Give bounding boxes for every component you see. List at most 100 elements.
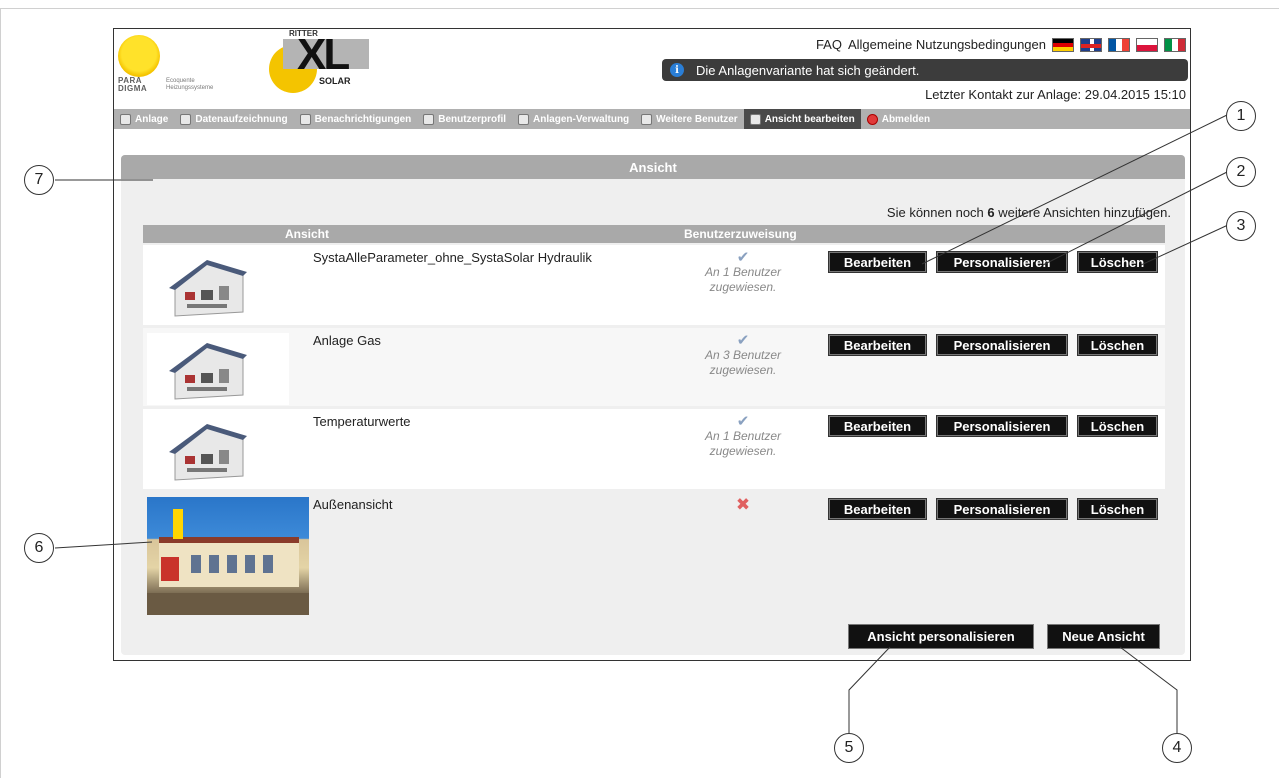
nav-label: Anlagen-Verwaltung — [533, 113, 630, 125]
logout-icon — [866, 113, 878, 125]
nav-item-benachrichtigungen[interactable]: Benachrichtigungen — [294, 109, 418, 129]
house-thumbnail — [147, 250, 289, 322]
nav-item-abmelden[interactable]: Abmelden — [861, 109, 936, 129]
col-header-assignment: Benutzerzuweisung — [684, 227, 797, 241]
row-view-name: SystaAlleParameter_ohne_SystaSolar Hydra… — [313, 250, 592, 265]
info-suffix: weitere Ansichten hinzufügen. — [998, 205, 1171, 220]
delete-button[interactable]: Löschen — [1077, 334, 1158, 356]
col-header-view: Ansicht — [285, 227, 330, 241]
cross-icon: ✖ — [735, 495, 751, 514]
it-flag-icon[interactable] — [1164, 37, 1186, 52]
mail-icon — [299, 113, 311, 125]
panel-title: Ansicht — [121, 155, 1185, 179]
row-assignment: ✔ An 3 Benutzer zugewiesen. — [688, 333, 798, 378]
photo-window — [191, 555, 201, 573]
nav-item-benutzerprofil[interactable]: Benutzerprofil — [417, 109, 512, 129]
callout-4: 4 — [1162, 733, 1192, 763]
nav-label: Benachrichtigungen — [314, 113, 412, 125]
delete-button[interactable]: Löschen — [1077, 498, 1158, 520]
callout-2: 2 — [1226, 157, 1256, 187]
row-assignment: ✔ An 1 Benutzer zugewiesen. — [688, 414, 798, 459]
table-row: Anlage Gas ✔ An 3 Benutzer zugewiesen. B… — [143, 328, 1165, 406]
nav-label: Weitere Benutzer — [656, 113, 738, 125]
view-panel: Ansicht Sie können noch 6 weitere Ansich… — [121, 155, 1185, 655]
nav-item-weitere-benutzer[interactable]: Weitere Benutzer — [635, 109, 744, 129]
info-icon: i — [670, 63, 684, 77]
logo-solar-text: SOLAR — [319, 76, 351, 86]
edit-button[interactable]: Bearbeiten — [828, 415, 927, 437]
nav-label: Datenaufzeichnung — [195, 113, 288, 125]
new-view-button[interactable]: Neue Ansicht — [1047, 624, 1160, 649]
table-row: SystaAlleParameter_ohne_SystaSolar Hydra… — [143, 245, 1165, 325]
nav-label: Abmelden — [881, 113, 931, 125]
assign-line2: zugewiesen. — [709, 280, 777, 294]
house-thumbnail — [147, 333, 289, 405]
personalize-button[interactable]: Personalisieren — [936, 251, 1068, 273]
assign-line1: An 3 Benutzer — [704, 348, 782, 362]
callout-3: 3 — [1226, 211, 1256, 241]
table-row: Außenansicht ✖ Bearbeiten Personalisiere… — [143, 492, 1165, 618]
personalize-view-button[interactable]: Ansicht personalisieren — [848, 624, 1034, 649]
assign-line2: zugewiesen. — [709, 444, 777, 458]
nav-item-datenaufzeichnung[interactable]: Datenaufzeichnung — [174, 109, 293, 129]
paradigma-logo-text: PARA DIGMA — [118, 76, 148, 93]
row-view-name: Anlage Gas — [313, 333, 381, 348]
callout-5: 5 — [834, 733, 864, 763]
nav-label: Ansicht bearbeiten — [764, 113, 855, 125]
tools-icon — [518, 113, 530, 125]
checkmark-icon: ✔ — [736, 249, 750, 266]
edit-button[interactable]: Bearbeiten — [828, 498, 927, 520]
nav-label: Benutzerprofil — [438, 113, 507, 125]
assign-line2: zugewiesen. — [709, 363, 777, 377]
app-window: PARA DIGMA Ecoquente Heizungssysteme RITTE… — [113, 28, 1191, 661]
fr-flag-icon[interactable] — [1108, 37, 1130, 52]
logo-xl-text: XL — [297, 30, 350, 79]
ritter-xl-logo[interactable]: RITTER XL SOLAR — [269, 29, 369, 93]
photo-ground — [147, 593, 309, 615]
faq-link[interactable]: FAQ — [816, 37, 842, 52]
pl-flag-icon[interactable] — [1136, 37, 1158, 52]
table-header: Ansicht Benutzerzuweisung — [143, 225, 1165, 243]
header: PARA DIGMA Ecoquente Heizungssysteme RITTE… — [114, 29, 1190, 109]
delete-button[interactable]: Löschen — [1077, 415, 1158, 437]
row-view-name: Außenansicht — [313, 497, 393, 512]
personalize-button[interactable]: Personalisieren — [936, 498, 1068, 520]
de-flag-icon[interactable] — [1052, 37, 1074, 52]
remaining-views-info: Sie können noch 6 weitere Ansichten hinz… — [887, 205, 1171, 220]
assign-line1: An 1 Benutzer — [704, 429, 782, 443]
photo-sign-yellow — [173, 509, 183, 539]
checkmark-icon: ✔ — [736, 413, 750, 430]
nav-item-anlagen-verwaltung[interactable]: Anlagen-Verwaltung — [512, 109, 635, 129]
nav-label: Anlage — [135, 113, 169, 125]
nav-item-anlage[interactable]: Anlage — [114, 109, 174, 129]
photo-sign-red — [161, 557, 179, 581]
edit-button[interactable]: Bearbeiten — [828, 334, 927, 356]
callout-1: 1 — [1226, 101, 1256, 131]
photo-window — [245, 555, 255, 573]
personalize-button[interactable]: Personalisieren — [936, 415, 1068, 437]
terms-link[interactable]: Allgemeine Nutzungsbedingungen — [848, 37, 1046, 52]
edit-button[interactable]: Bearbeiten — [828, 251, 927, 273]
nav-item-ansicht-bearbeiten[interactable]: Ansicht bearbeiten — [743, 109, 861, 129]
last-contact-text: Letzter Kontakt zur Anlage: 29.04.2015 1… — [925, 87, 1186, 102]
row-assignment: ✔ An 1 Benutzer zugewiesen. — [688, 250, 798, 295]
paradigma-logo-subtext: Ecoquente Heizungssysteme — [166, 78, 214, 91]
notice-bar: i Die Anlagenvariante hat sich geändert. — [662, 59, 1188, 81]
chart-icon — [180, 113, 192, 125]
plant-icon — [120, 113, 131, 125]
users-icon — [641, 113, 653, 125]
row-view-name: Temperaturwerte — [313, 414, 411, 429]
top-links: FAQ Allgemeine Nutzungsbedingungen — [816, 37, 1186, 52]
delete-button[interactable]: Löschen — [1077, 251, 1158, 273]
user-icon — [423, 113, 435, 125]
info-count: 6 — [987, 205, 995, 220]
personalize-button[interactable]: Personalisieren — [936, 334, 1068, 356]
uk-flag-icon[interactable] — [1080, 37, 1102, 52]
house-thumbnail — [147, 414, 289, 486]
paradigma-logo-icon[interactable] — [118, 35, 160, 77]
photo-window — [227, 555, 237, 573]
callout-7: 7 — [24, 165, 54, 195]
table-row: Temperaturwerte ✔ An 1 Benutzer zugewies… — [143, 409, 1165, 489]
checkmark-icon: ✔ — [736, 332, 750, 349]
notice-text: Die Anlagenvariante hat sich geändert. — [696, 62, 920, 78]
